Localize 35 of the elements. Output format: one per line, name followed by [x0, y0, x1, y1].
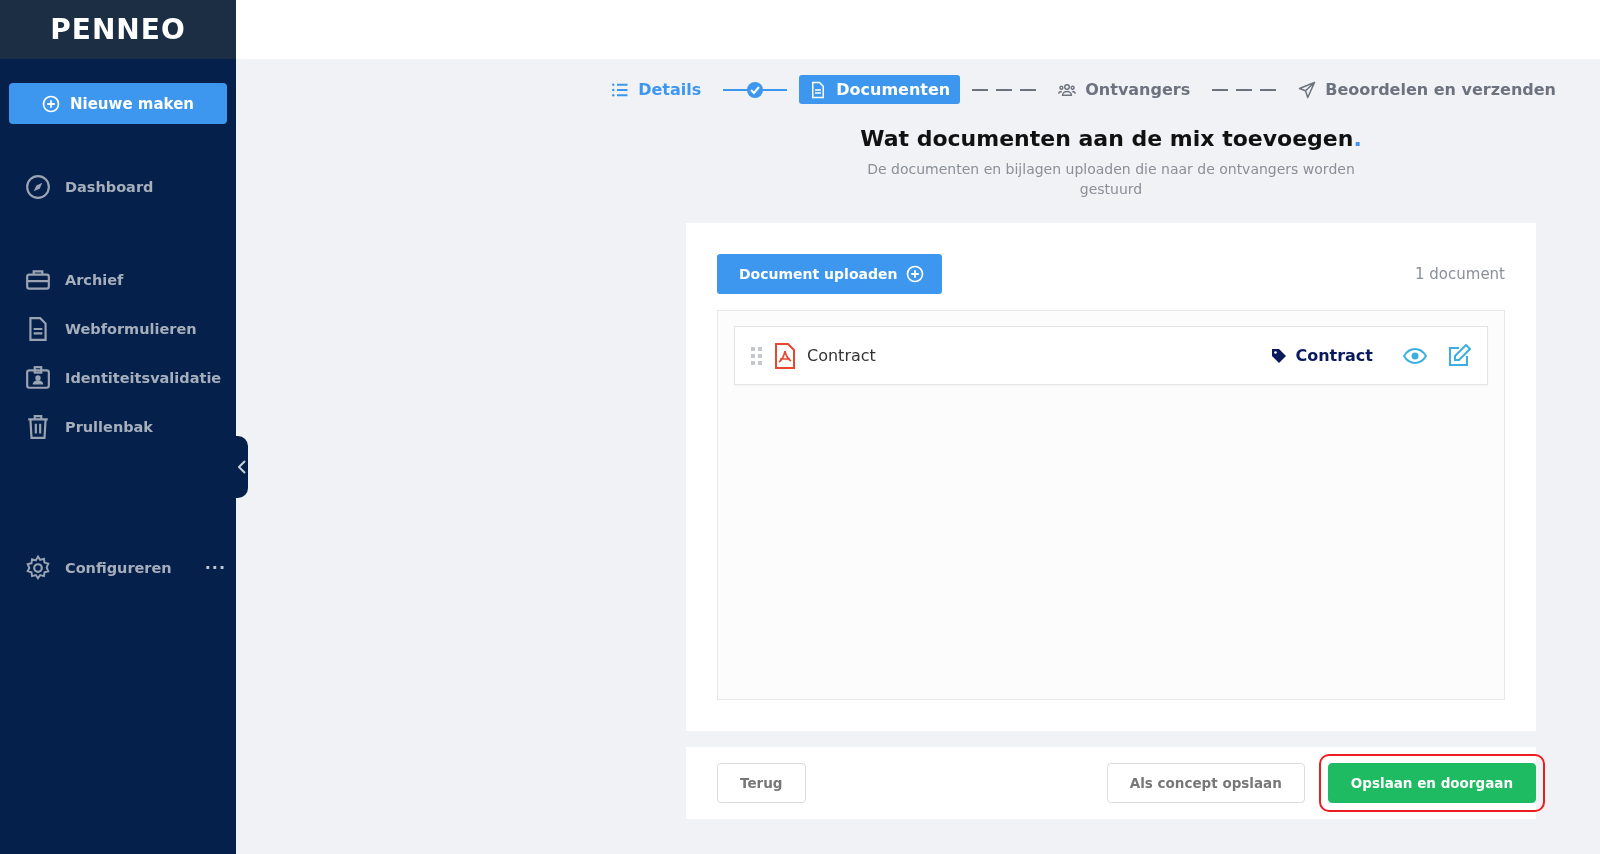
sidebar-item[interactable]: Prullenbak [0, 402, 236, 451]
trash-icon [25, 413, 51, 440]
sidebar-item[interactable]: Identiteitsvalidatie [0, 353, 236, 402]
document-tag[interactable]: Contract [1271, 346, 1373, 365]
step-tab[interactable]: Beoordelen en verzenden [1288, 75, 1566, 104]
collapse-sidebar-tab[interactable] [236, 436, 248, 498]
document-row[interactable]: Contract Contract [734, 326, 1488, 385]
eye-icon[interactable] [1403, 347, 1427, 364]
more-options-icon[interactable]: ··· [204, 558, 226, 577]
compass-icon [25, 173, 51, 200]
sidebar-item[interactable]: Webformulieren [0, 304, 236, 353]
chevron-left-icon [238, 460, 246, 474]
plus-circle-icon [42, 94, 60, 113]
sidebar-item[interactable]: Archief [0, 255, 236, 304]
settings-icon [25, 554, 51, 581]
sidebar-item[interactable]: Dashboard [0, 162, 236, 211]
edit-icon[interactable] [1447, 343, 1471, 368]
dashed-connector-icon [972, 87, 1037, 92]
id-badge-icon [25, 364, 51, 391]
paper-plane-icon [1298, 80, 1317, 99]
logo: PENNEO [50, 13, 186, 46]
save-draft-button[interactable]: Als concept opslaan [1106, 763, 1305, 803]
sidebar-item[interactable]: Configureren ··· [0, 543, 236, 592]
tag-icon [1271, 347, 1288, 364]
step-tab[interactable]: Ontvangers [1048, 75, 1201, 104]
drag-handle-icon[interactable] [751, 346, 763, 365]
page-subtitle: De documenten en bijlagen uploaden die naar de ontvangers worden gestuurd [866, 160, 1356, 199]
back-button[interactable]: Terug [717, 763, 806, 803]
document-name: Contract [807, 346, 877, 365]
dashed-connector-icon [1212, 87, 1277, 92]
page-heading: Wat documenten aan de mix toevoegen. [859, 126, 1363, 151]
plus-circle-icon [906, 265, 925, 283]
completed-connector-icon [723, 79, 788, 100]
pdf-file-icon [775, 342, 795, 369]
document-count: 1 document [1415, 265, 1505, 283]
